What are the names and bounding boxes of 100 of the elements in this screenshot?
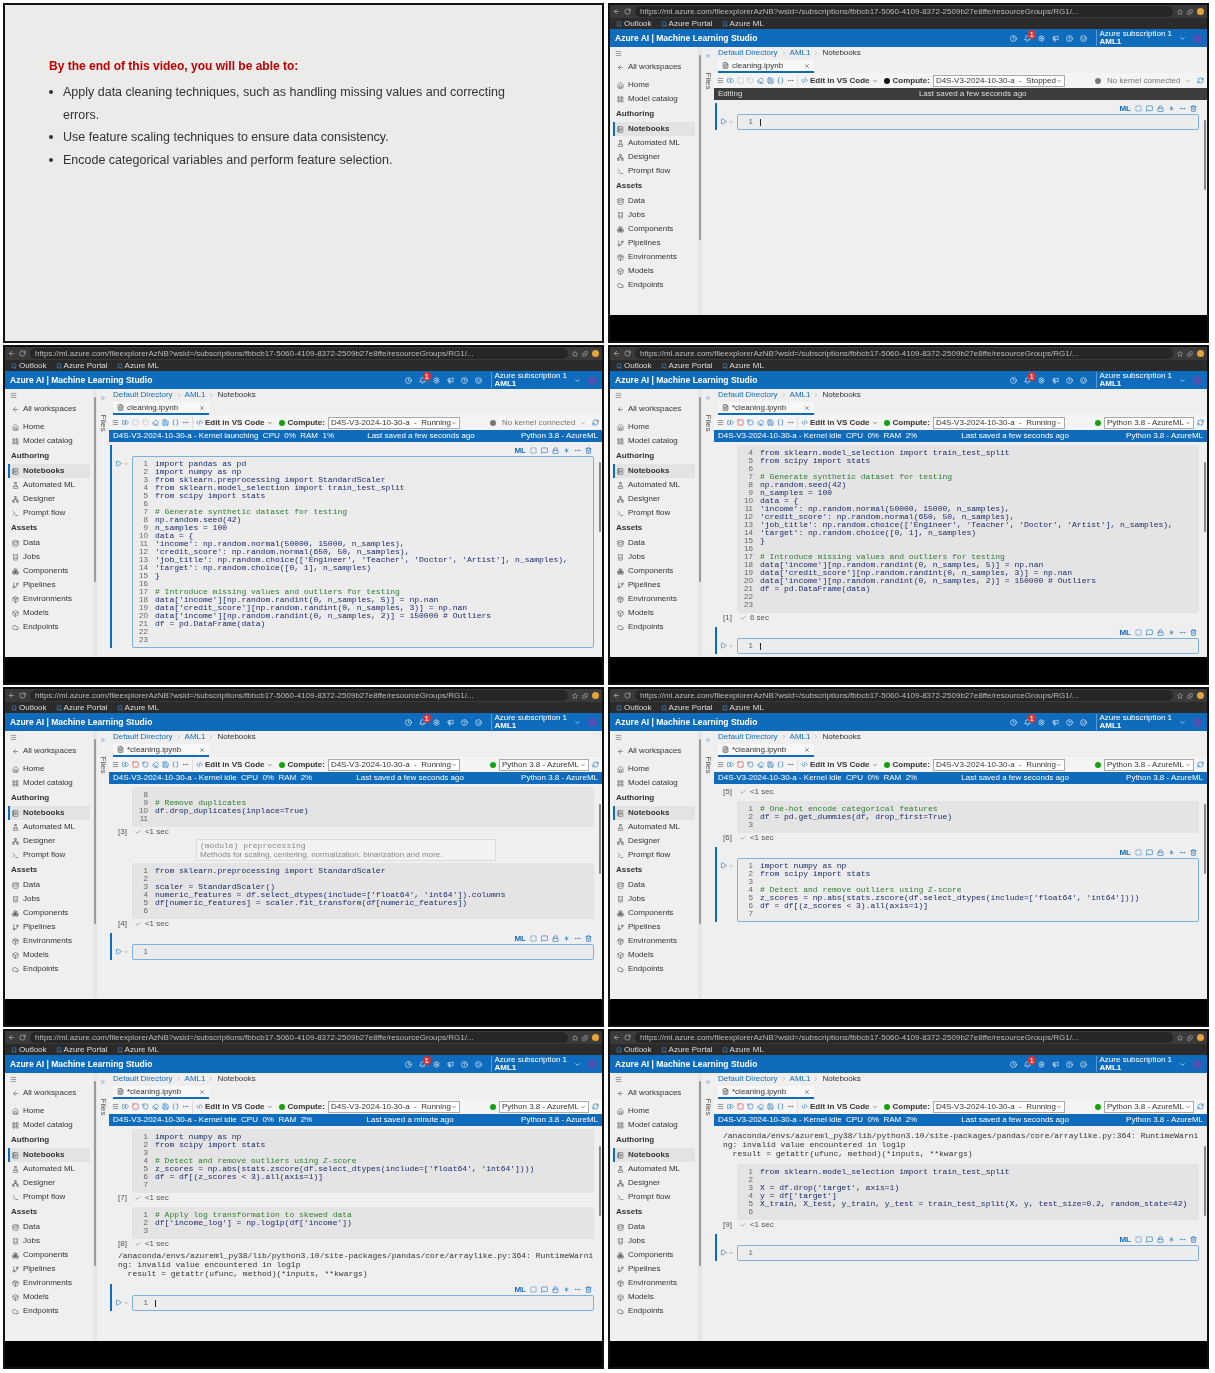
sidebar-item[interactable]: Models bbox=[613, 1290, 695, 1304]
compute-select[interactable]: D4S-V3-2024-10-30-a - Running bbox=[932, 1100, 1065, 1113]
compute-select[interactable]: D4S-V3-2024-10-30-a - Running bbox=[327, 1100, 460, 1113]
address-bar[interactable]: https://ml.azure.com/fileexplorerAzNB?wsid=/subscriptions/fbbcb17-5060-4109-8372-2509b27e8ffe/resourceGroups/RG1/... bbox=[30, 690, 568, 701]
sidebar-item[interactable]: Home bbox=[8, 762, 90, 776]
scrollbar-thumb[interactable] bbox=[699, 397, 701, 582]
settings-icon[interactable] bbox=[1037, 376, 1045, 384]
markdown-toggle[interactable]: ML bbox=[514, 444, 526, 457]
breadcrumb-link[interactable]: Notebooks bbox=[822, 1073, 861, 1085]
close-icon[interactable] bbox=[199, 404, 205, 411]
kernel-select[interactable]: Python 3.8 - AzureML bbox=[1104, 758, 1194, 771]
braces-icon[interactable] bbox=[172, 419, 179, 426]
clock-icon[interactable] bbox=[1009, 34, 1017, 42]
sidebar-item[interactable]: Designer bbox=[613, 150, 695, 164]
bell-icon[interactable] bbox=[418, 718, 426, 726]
eraser-icon[interactable] bbox=[152, 419, 159, 426]
breadcrumb-link[interactable]: Default Directory bbox=[113, 731, 173, 743]
lock-icon[interactable] bbox=[552, 447, 559, 454]
file-tab[interactable]: *cleaning.ipynb bbox=[718, 402, 814, 415]
bookmark-link[interactable]: Azure Portal bbox=[55, 359, 108, 372]
sidebar-item[interactable]: Pipelines bbox=[8, 920, 90, 934]
sidebar-item[interactable]: Models bbox=[8, 1290, 90, 1304]
scrollbar-thumb[interactable] bbox=[598, 804, 601, 874]
save-icon[interactable] bbox=[162, 761, 169, 768]
close-icon[interactable] bbox=[199, 1088, 205, 1095]
sync-icon[interactable] bbox=[1197, 1103, 1204, 1110]
delete-icon[interactable] bbox=[585, 447, 592, 454]
sidebar-item[interactable]: Designer bbox=[8, 834, 90, 848]
sidebar-item[interactable]: Jobs bbox=[613, 1234, 695, 1248]
code-cell[interactable]: 1 bbox=[737, 114, 1199, 130]
bookmark-link[interactable]: Outlook bbox=[616, 701, 652, 714]
restart-icon[interactable] bbox=[142, 419, 149, 426]
sidebar-item[interactable]: Prompt flow bbox=[8, 506, 90, 520]
sidebar-item[interactable]: Components bbox=[8, 564, 90, 578]
sidebar-item[interactable]: Models bbox=[613, 264, 695, 278]
puzzle-icon[interactable] bbox=[1187, 1034, 1193, 1041]
breadcrumb-link[interactable]: AML1 bbox=[789, 47, 811, 59]
run-all-icon[interactable] bbox=[727, 77, 734, 84]
sidebar-item[interactable]: Prompt flow bbox=[8, 1190, 90, 1204]
files-label[interactable]: Files bbox=[702, 1098, 714, 1116]
sidebar-item[interactable]: Components bbox=[613, 906, 695, 920]
smiley-icon[interactable] bbox=[1079, 1060, 1087, 1068]
run-all-icon[interactable] bbox=[122, 761, 129, 768]
settings-icon[interactable] bbox=[1037, 1060, 1045, 1068]
code-cell[interactable]: 8 9 # Remove duplicates 10 df.drop_duplicates(inplace=True) 11 bbox=[132, 787, 594, 827]
sidebar-item[interactable]: Components bbox=[613, 564, 695, 578]
asterisk-icon[interactable] bbox=[1168, 1236, 1175, 1243]
workspace-name[interactable]: AML1 bbox=[494, 380, 567, 388]
back-icon[interactable] bbox=[8, 1034, 15, 1041]
file-tab[interactable]: cleaning.ipynb bbox=[718, 60, 814, 73]
sidebar-item[interactable]: Environments bbox=[613, 934, 695, 948]
megaphone-icon[interactable] bbox=[446, 1060, 454, 1068]
sidebar-item[interactable]: Prompt flow bbox=[8, 848, 90, 862]
sidebar-item[interactable]: Notebooks bbox=[613, 464, 695, 478]
restart-icon[interactable] bbox=[747, 77, 754, 84]
menu-icon[interactable] bbox=[112, 761, 119, 768]
sidebar-item[interactable]: Components bbox=[613, 222, 695, 236]
bookmark-link[interactable]: Outlook bbox=[11, 359, 47, 372]
sidebar-item[interactable]: Designer bbox=[613, 492, 695, 506]
breadcrumb-link[interactable]: Notebooks bbox=[822, 731, 861, 743]
kernel-select[interactable]: Python 3.8 - AzureML bbox=[499, 1100, 589, 1113]
megaphone-icon[interactable] bbox=[1051, 376, 1059, 384]
run-all-icon[interactable] bbox=[727, 761, 734, 768]
code-cell[interactable]: 1 bbox=[737, 1245, 1199, 1261]
eraser-icon[interactable] bbox=[757, 1103, 764, 1110]
bookmark-link[interactable]: Azure ML bbox=[116, 1043, 159, 1056]
back-icon[interactable] bbox=[8, 692, 15, 699]
reload-icon[interactable] bbox=[624, 1034, 631, 1041]
bookmark-link[interactable]: Outlook bbox=[11, 701, 47, 714]
breadcrumb-link[interactable]: Default Directory bbox=[718, 389, 778, 401]
sidebar-item[interactable]: Automated ML bbox=[8, 478, 90, 492]
profile-avatar[interactable] bbox=[1197, 692, 1204, 699]
bell-icon[interactable] bbox=[1023, 1060, 1031, 1068]
workspace-name[interactable]: AML1 bbox=[1099, 1064, 1172, 1072]
address-bar[interactable]: https://ml.azure.com/fileexplorerAzNB?wsid=/subscriptions/fbbcb17-5060-4109-8372-2509b27e8ffe/resourceGroups/RG1/... bbox=[30, 1032, 568, 1043]
sidebar-item[interactable]: Model catalog bbox=[613, 1118, 695, 1132]
subscription-name[interactable]: Azure subscription 1 bbox=[494, 1056, 567, 1064]
delete-icon[interactable] bbox=[585, 1286, 592, 1293]
settings-icon[interactable] bbox=[432, 376, 440, 384]
run-icon[interactable] bbox=[720, 1249, 727, 1256]
code-cell[interactable]: 1 bbox=[737, 638, 1199, 654]
bookmark-link[interactable]: Azure ML bbox=[116, 701, 159, 714]
scrollbar-thumb[interactable] bbox=[699, 1081, 701, 1266]
breadcrumb-link[interactable]: Notebooks bbox=[822, 47, 861, 59]
sidebar-item[interactable]: Model catalog bbox=[8, 776, 90, 790]
run-all-icon[interactable] bbox=[727, 419, 734, 426]
sidebar-item[interactable]: Notebooks bbox=[613, 806, 695, 820]
user-avatar[interactable] bbox=[588, 375, 597, 385]
smiley-icon[interactable] bbox=[1079, 718, 1087, 726]
file-tab[interactable]: *cleaning.ipynb bbox=[113, 744, 209, 757]
stop-icon[interactable] bbox=[132, 419, 139, 426]
expand-icon[interactable] bbox=[705, 1079, 711, 1085]
puzzle-icon[interactable] bbox=[1187, 8, 1193, 15]
clock-icon[interactable] bbox=[1009, 1060, 1017, 1068]
chevron-down-icon[interactable] bbox=[728, 1249, 734, 1256]
braces-icon[interactable] bbox=[777, 77, 784, 84]
sidebar-item[interactable]: Notebooks bbox=[613, 122, 695, 136]
breadcrumb-link[interactable]: Default Directory bbox=[113, 389, 173, 401]
delete-icon[interactable] bbox=[1190, 849, 1197, 856]
breadcrumb-link[interactable]: Default Directory bbox=[718, 731, 778, 743]
